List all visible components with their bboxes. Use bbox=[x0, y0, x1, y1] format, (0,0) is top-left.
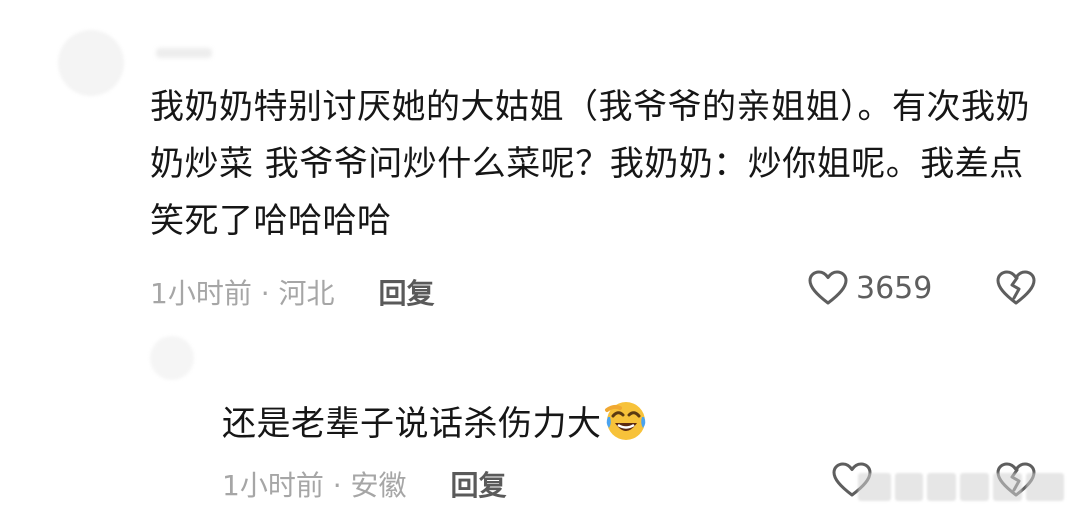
crying-laughing-emoji-icon bbox=[604, 402, 645, 440]
watermark-block bbox=[960, 473, 989, 501]
username-blurred[interactable] bbox=[156, 48, 212, 58]
reply-button[interactable]: 回复 bbox=[379, 272, 435, 312]
watermark-block bbox=[927, 473, 957, 501]
watermark-block bbox=[1025, 473, 1064, 501]
watermark-block bbox=[992, 473, 1022, 501]
avatar[interactable] bbox=[58, 30, 124, 96]
heart-outline-icon bbox=[808, 270, 848, 305]
dislike-button[interactable] bbox=[996, 270, 1036, 310]
watermark-block bbox=[858, 473, 891, 501]
comment-meta: 1小时前 · 安徽 回复 bbox=[222, 464, 507, 504]
comment-time-location: 1小时前 · 安徽 bbox=[222, 469, 407, 502]
like-button[interactable]: 3659 bbox=[808, 270, 932, 306]
comment-text-container: 还是老辈子说话杀伤力大 bbox=[222, 396, 1022, 453]
avatar[interactable] bbox=[150, 336, 194, 380]
comment-thread: 我奶奶特别讨厌她的大姑姐（我爷爷的亲姐姐）。有次我奶奶炒菜 我爷爷问炒什么菜呢？… bbox=[0, 0, 1080, 520]
reply-button[interactable]: 回复 bbox=[451, 464, 507, 504]
comment-text: 还是老辈子说话杀伤力大 bbox=[222, 404, 602, 444]
comment-text: 我奶奶特别讨厌她的大姑姐（我爷爷的亲姐姐）。有次我奶奶炒菜 我爷爷问炒什么菜呢？… bbox=[150, 87, 1030, 241]
watermark-block bbox=[894, 473, 924, 501]
broken-heart-icon bbox=[996, 270, 1036, 305]
watermark-blurred bbox=[858, 470, 1068, 504]
comment-meta: 1小时前 · 河北 回复 bbox=[150, 272, 435, 312]
like-count: 3659 bbox=[856, 270, 933, 306]
comment-time-location: 1小时前 · 河北 bbox=[150, 277, 335, 310]
